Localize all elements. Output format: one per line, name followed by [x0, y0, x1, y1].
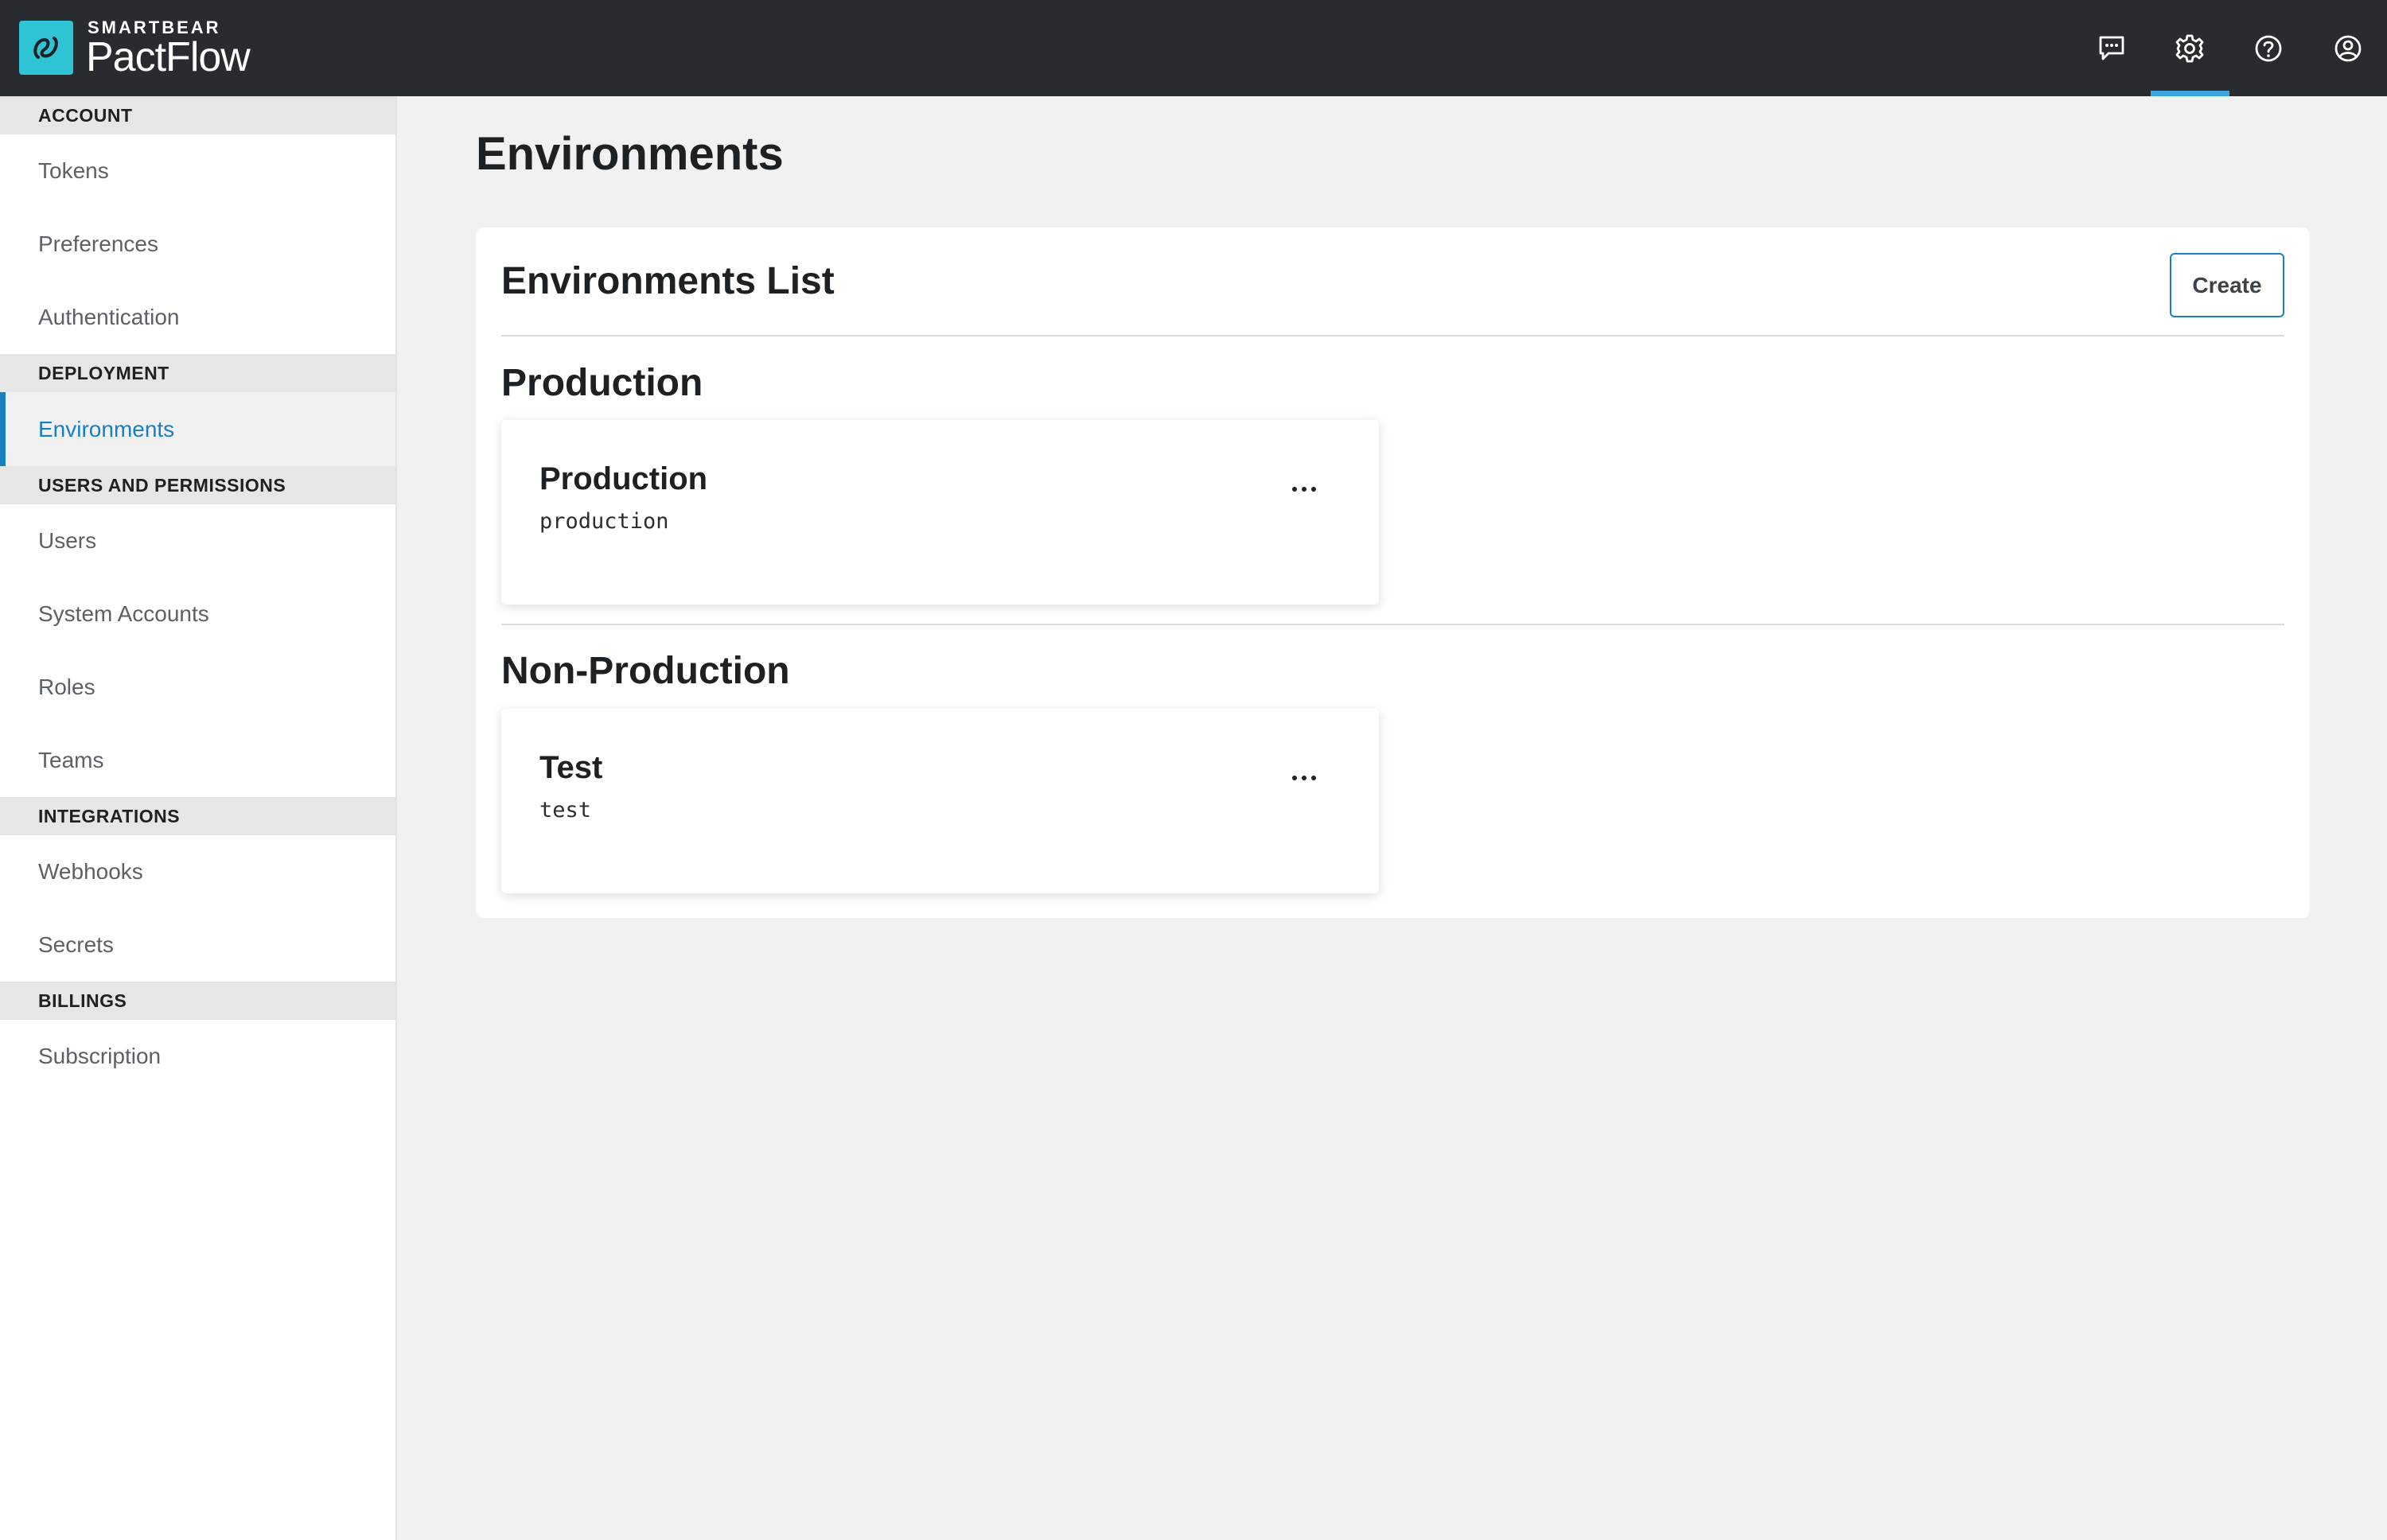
sidebar-item-authentication[interactable]: Authentication [0, 281, 395, 354]
environment-name: Production [539, 461, 708, 496]
page-title: Environments [476, 128, 784, 180]
create-environment-button[interactable]: Create [2170, 253, 2284, 317]
settings-sidebar: ACCOUNT Tokens Preferences Authenticatio… [0, 96, 397, 1540]
sidebar-section-deployment: DEPLOYMENT [0, 354, 395, 392]
user-account-icon[interactable] [2327, 28, 2369, 69]
sidebar-item-tokens[interactable]: Tokens [0, 134, 395, 208]
sidebar-item-users[interactable]: Users [0, 504, 395, 578]
sidebar-section-users-and-permissions: USERS AND PERMISSIONS [0, 466, 395, 504]
sidebar-item-preferences[interactable]: Preferences [0, 208, 395, 281]
sidebar-section-billings: BILLINGS [0, 982, 395, 1020]
environment-card[interactable]: Test test [501, 709, 1379, 893]
group-divider [501, 624, 2284, 625]
top-navigation-bar: SMARTBEAR PactFlow [0, 0, 2387, 96]
sidebar-section-account: ACCOUNT [0, 96, 395, 134]
environment-id: test [539, 798, 592, 822]
sidebar-item-roles[interactable]: Roles [0, 651, 395, 724]
sidebar-item-webhooks[interactable]: Webhooks [0, 835, 395, 908]
chat-feedback-icon[interactable] [2091, 28, 2132, 69]
sidebar-item-system-accounts[interactable]: System Accounts [0, 578, 395, 651]
more-options-icon[interactable] [1283, 474, 1325, 504]
environments-list-panel: Environments List Create Production Prod… [476, 228, 2310, 918]
sidebar-item-teams[interactable]: Teams [0, 724, 395, 797]
environment-card[interactable]: Production production [501, 420, 1379, 605]
active-settings-indicator [2151, 91, 2229, 96]
help-icon[interactable] [2248, 28, 2289, 69]
pactflow-logo-icon[interactable] [19, 21, 73, 75]
group-title-non-production: Non-Production [501, 650, 790, 692]
environment-id: production [539, 509, 669, 534]
panel-title: Environments List [501, 260, 835, 302]
sidebar-section-integrations: INTEGRATIONS [0, 797, 395, 835]
environment-name: Test [539, 750, 603, 785]
gear-icon[interactable] [2169, 28, 2210, 69]
sidebar-item-subscription[interactable]: Subscription [0, 1020, 395, 1093]
sidebar-item-secrets[interactable]: Secrets [0, 908, 395, 982]
more-options-icon[interactable] [1283, 763, 1325, 793]
brand-product-name[interactable]: PactFlow [86, 33, 251, 81]
group-title-production: Production [501, 362, 703, 404]
panel-divider [501, 335, 2284, 336]
sidebar-item-environments[interactable]: Environments [0, 392, 395, 466]
